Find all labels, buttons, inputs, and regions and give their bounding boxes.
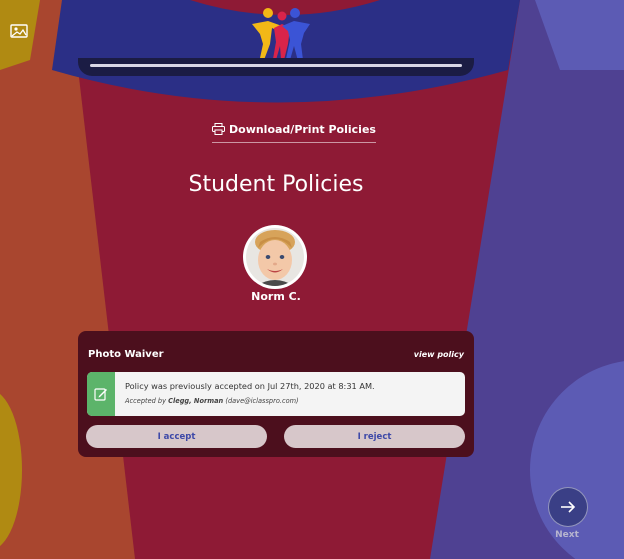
notice-text: Policy was previously accepted on Jul 27… (125, 381, 375, 391)
student-name: Norm C. (251, 290, 301, 303)
accepted-notice: Policy was previously accepted on Jul 27… (87, 372, 465, 416)
top-card-edge (78, 58, 474, 76)
avatar (246, 228, 304, 286)
next-label[interactable]: Next (549, 530, 585, 540)
background (0, 0, 624, 559)
download-print-label: Download/Print Policies (229, 122, 376, 136)
notice-icon-box (87, 372, 115, 416)
reject-button[interactable]: I reject (284, 425, 465, 448)
arrow-right-icon (561, 501, 576, 513)
background-shapes (0, 0, 624, 559)
page-title: Student Policies (188, 172, 364, 197)
view-policy-link[interactable]: view policy (414, 350, 464, 359)
policy-title: Photo Waiver (88, 349, 164, 360)
policy-card: Photo Waiver view policy Policy was prev… (78, 331, 474, 457)
download-print-link[interactable]: Download/Print Policies (212, 119, 376, 143)
accepted-by-email: (dave@iclasspro.com) (225, 397, 299, 405)
kids-logo-icon (246, 4, 316, 62)
next-button[interactable] (548, 487, 588, 527)
image-gallery-icon[interactable] (10, 23, 28, 38)
signed-document-icon (94, 388, 107, 401)
notice-date: Jul 27th, 2020 at 8:31 AM (267, 381, 373, 391)
accepted-by-text: Accepted by Clegg, Norman (dave@iclasspr… (125, 397, 299, 405)
printer-icon (212, 123, 225, 135)
accept-button[interactable]: I accept (86, 425, 267, 448)
accepted-by-name: Clegg, Norman (168, 397, 224, 405)
